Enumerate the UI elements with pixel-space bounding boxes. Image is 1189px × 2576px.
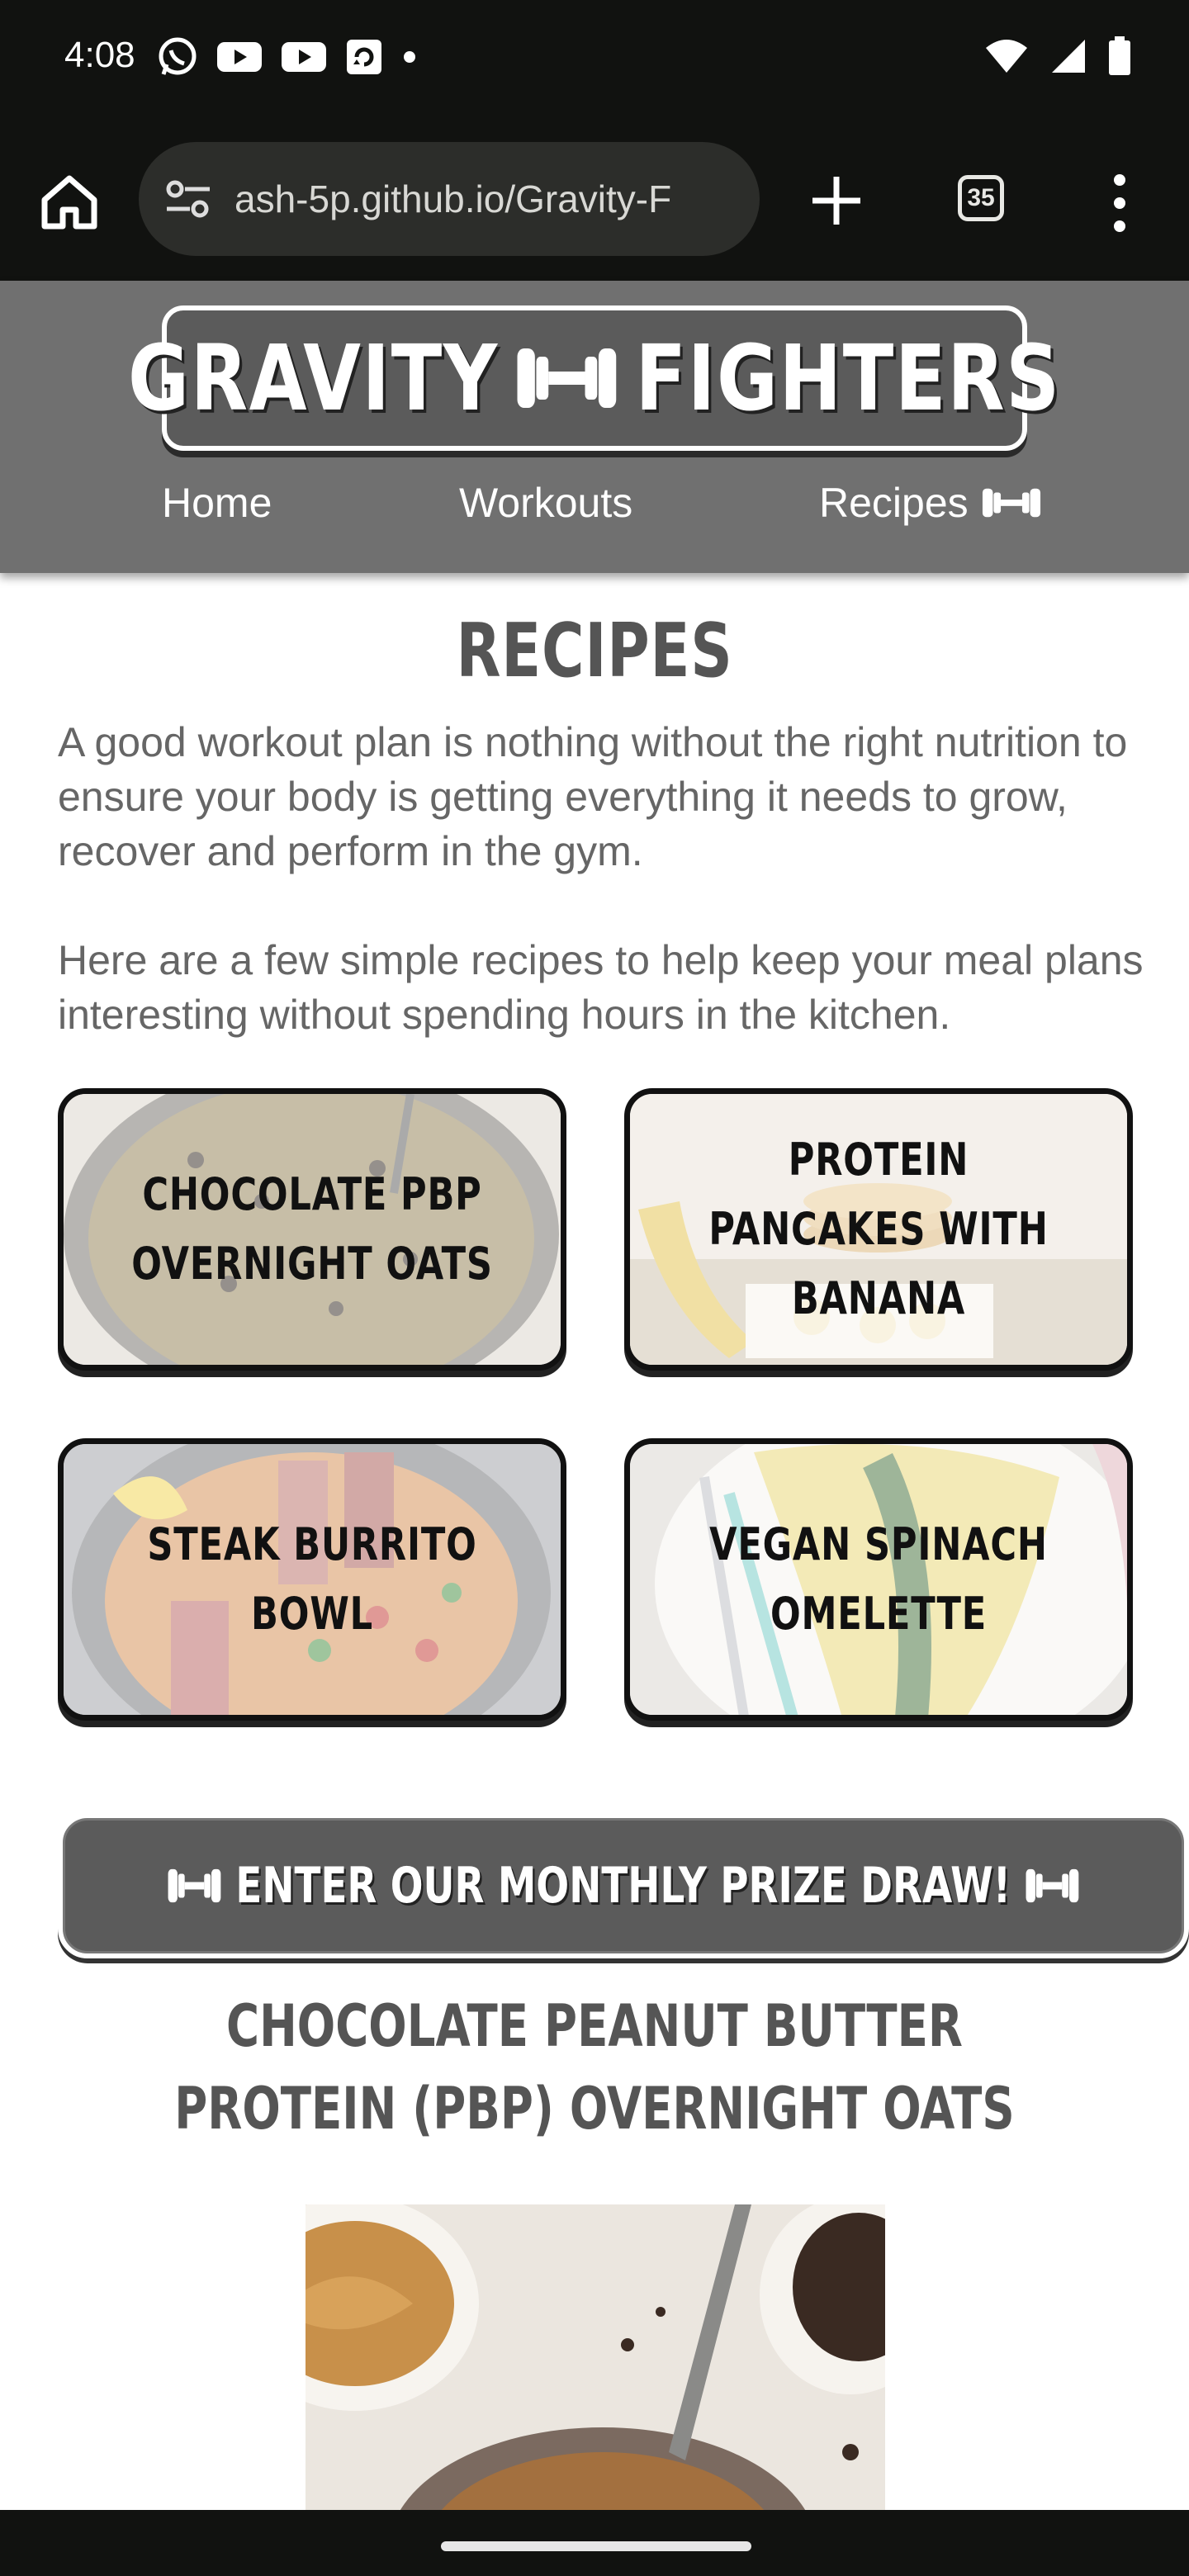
prize-draw-label: ENTER OUR MONTHLY PRIZE DRAW!	[235, 1857, 1011, 1915]
dumbbell-icon	[168, 1868, 221, 1903]
tab-count: 35	[967, 184, 995, 211]
recipe-card-label: PROTEIN PANCAKES WITH BANANA	[708, 1134, 1049, 1324]
logo-text-right: FIGHTERS	[635, 325, 1061, 431]
logo-text-left: GRAVITY	[128, 325, 499, 431]
recipe-card-omelette[interactable]: VEGAN SPINACH OMELETTE	[624, 1438, 1133, 1721]
battery-icon	[1109, 36, 1130, 75]
main-nav: Home Workouts Recipes	[0, 479, 1189, 545]
notification-icons	[157, 36, 418, 78]
nav-recipes[interactable]: Recipes	[819, 479, 1041, 527]
browser-toolbar: ash-5p.github.io/Gravity-F 35	[0, 119, 1189, 281]
dumbbell-icon	[982, 488, 1040, 518]
intro-paragraph-2: Here are a few simple recipes to help ke…	[58, 937, 1144, 1038]
recipe-card-label: STEAK BURRITO BOWL	[147, 1518, 477, 1640]
nav-home-label: Home	[162, 480, 272, 526]
recipe-heading: CHOCOLATE PEANUT BUTTER PROTEIN (PBP) OV…	[174, 1992, 1015, 2143]
status-time: 4:08	[64, 35, 135, 75]
dumbbell-icon	[517, 348, 617, 408]
site-logo[interactable]: GRAVITY FIGHTERS	[128, 305, 1059, 451]
dumbbell-icon	[1026, 1868, 1079, 1903]
home-gesture-handle[interactable]	[441, 2541, 751, 2551]
recipe-card-burrito[interactable]: STEAK BURRITO BOWL	[58, 1438, 566, 1721]
nav-recipes-label: Recipes	[819, 480, 969, 526]
site-settings-icon[interactable]	[163, 174, 213, 224]
site-header: GRAVITY FIGHTERS Home Workouts Recipes	[0, 281, 1189, 573]
address-bar[interactable]: ash-5p.github.io/Gravity-F	[139, 142, 760, 256]
prize-draw-button[interactable]: ENTER OUR MONTHLY PRIZE DRAW!	[58, 1813, 1189, 1958]
youtube-icon	[217, 42, 262, 72]
whatsapp-icon	[159, 37, 197, 75]
nav-workouts-label: Workouts	[459, 480, 633, 526]
wifi-icon	[986, 40, 1027, 73]
dot-icon	[404, 51, 415, 63]
home-icon[interactable]	[36, 168, 102, 234]
recipe-card-label: VEGAN SPINACH OMELETTE	[709, 1518, 1048, 1640]
cast-icon	[347, 40, 381, 74]
recipe-image	[306, 2204, 885, 2510]
intro-paragraph-1: A good workout plan is nothing without t…	[58, 719, 1128, 874]
more-menu-icon[interactable]	[1103, 170, 1136, 236]
recipe-card-oats[interactable]: CHOCOLATE PBP OVERNIGHT OATS	[58, 1088, 566, 1371]
system-icons	[984, 36, 1131, 76]
url-text: ash-5p.github.io/Gravity-F	[234, 178, 672, 220]
nav-workouts[interactable]: Workouts	[459, 479, 632, 527]
page-title: RECIPES	[456, 608, 733, 694]
oats-recipe-photo	[306, 2204, 885, 2510]
tab-switcher-button[interactable]: 35	[958, 175, 1004, 221]
youtube-icon	[282, 42, 326, 72]
signal-icon	[1052, 40, 1085, 73]
nav-home[interactable]: Home	[162, 479, 272, 527]
recipe-card-label: CHOCOLATE PBP OVERNIGHT OATS	[131, 1168, 493, 1290]
recipe-card-pancakes[interactable]: PROTEIN PANCAKES WITH BANANA	[624, 1088, 1133, 1371]
gesture-bar	[0, 2510, 1189, 2576]
new-tab-icon[interactable]	[806, 170, 867, 231]
status-bar: 4:08	[0, 0, 1189, 119]
